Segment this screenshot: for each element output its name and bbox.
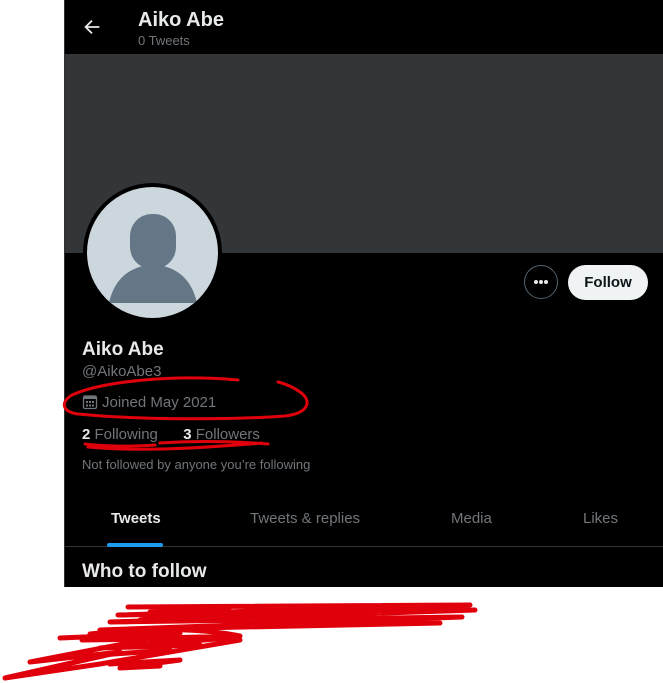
default-avatar-icon (87, 187, 218, 318)
header-title: Aiko Abe (138, 9, 224, 31)
profile-handle: @AikoAbe3 (82, 363, 162, 380)
avatar[interactable] (83, 183, 222, 322)
tab-tweets-replies[interactable]: Tweets & replies (250, 510, 360, 527)
who-to-follow-heading: Who to follow (82, 561, 207, 582)
profile-header: Aiko Abe 0 Tweets (65, 0, 663, 54)
tab-media[interactable]: Media (451, 510, 492, 527)
follow-stats: 2 Following 3 Followers (82, 426, 260, 443)
followers-count: 3 (183, 426, 192, 443)
more-button[interactable] (524, 265, 558, 299)
tab-likes[interactable]: Likes (583, 510, 618, 527)
profile-panel: Aiko Abe 0 Tweets Follow Aiko Abe @AikoA… (64, 0, 663, 587)
header-tweet-count: 0 Tweets (138, 33, 190, 48)
profile-name: Aiko Abe (82, 339, 164, 360)
followers-link[interactable]: 3 Followers (183, 426, 260, 443)
not-followed-text: Not followed by anyone you’re following (82, 457, 311, 472)
joined-date: Joined May 2021 (82, 394, 216, 411)
follow-button[interactable]: Follow (568, 265, 648, 300)
joined-text: Joined May 2021 (102, 394, 217, 411)
arrow-left-icon[interactable] (81, 16, 103, 38)
active-tab-indicator (107, 543, 163, 547)
profile-tabs: Tweets Tweets & replies Media Likes (65, 494, 663, 547)
following-label: Following (94, 426, 158, 443)
scribble-mark (2, 602, 478, 681)
followers-label: Followers (195, 426, 260, 443)
following-count: 2 (82, 426, 91, 443)
following-link[interactable]: 2 Following (82, 426, 158, 443)
more-dots-icon (534, 280, 548, 284)
calendar-icon (82, 395, 98, 410)
tab-tweets[interactable]: Tweets (111, 510, 161, 527)
